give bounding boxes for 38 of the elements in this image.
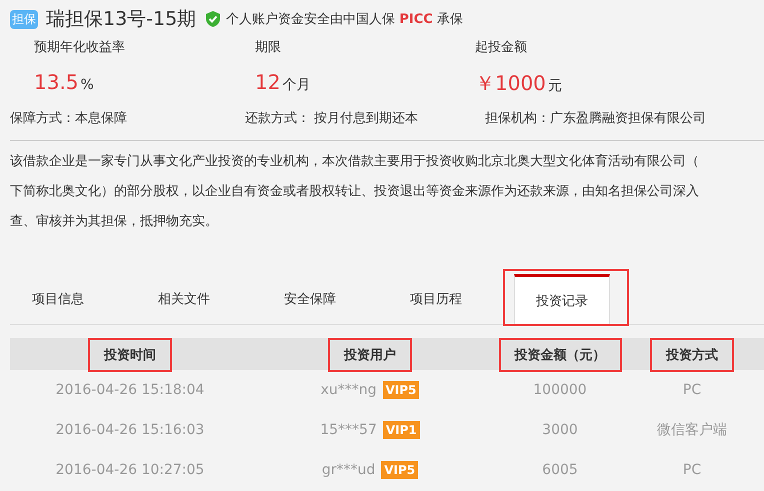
tab[interactable]: 投资记录 xyxy=(514,274,610,325)
stat-label: 起投金额 xyxy=(475,39,527,56)
table-cell: 2016-04-26 15:16:03 xyxy=(56,422,204,438)
stat-value: 13.5% xyxy=(34,70,94,94)
table-cell: 2016-04-26 10:27:05 xyxy=(56,462,204,478)
table-cell: 6005 xyxy=(542,462,578,478)
shield-check-icon xyxy=(206,11,220,27)
column-header: 投资金额（元） xyxy=(498,338,622,372)
term-text: 还款方式： 按月付息到期还本 xyxy=(245,110,418,127)
column-header: 投资方式 xyxy=(650,338,734,372)
table-cell: gr***ud xyxy=(322,462,376,478)
guarantee-badge: 担保 xyxy=(10,10,38,28)
table-cell: xu***ng xyxy=(320,382,376,398)
description-paragraph: 该借款企业是一家专门从事文化产业投资的专业机构，本次借款主要用于投资收购北京北奥大型文化体育活动有限公司（ 下简称北奥文化）的部分股权，以企业自有资金或者股权转让、投资退出等资金来源作为还款来源，由知名担保公司深入 查、审核并为其担保，抵押物充实。 xyxy=(10,140,764,237)
column-header: 投资用户 xyxy=(328,338,412,372)
vip-badge: VIP1 xyxy=(382,421,420,439)
product-title: 瑞担保13号-15期 xyxy=(46,7,196,32)
vip-badge: VIP5 xyxy=(381,461,418,479)
table-cell: 2016-04-26 15:18:04 xyxy=(56,382,204,398)
tab[interactable]: 项目历程 xyxy=(388,274,484,324)
insurance-notice: 个人账户资金安全由中国人保 PICC 承保 xyxy=(226,11,463,28)
stat-value: 12 个月 xyxy=(255,70,310,94)
column-header: 投资时间 xyxy=(88,338,172,372)
table-cell: 微信客户端 xyxy=(657,421,727,439)
tab[interactable]: 相关文件 xyxy=(136,274,232,324)
stat-label: 预期年化收益率 xyxy=(34,39,125,56)
table-cell: PC xyxy=(682,382,702,398)
table-cell: 100000 xyxy=(533,382,587,398)
tab[interactable]: 安全保障 xyxy=(262,274,358,324)
stat-label: 期限 xyxy=(255,39,281,56)
table-cell: PC xyxy=(682,462,702,478)
term-text: 保障方式：本息保障 xyxy=(10,110,127,127)
stat-value: ￥1000 元 xyxy=(475,70,562,97)
vip-badge: VIP5 xyxy=(382,381,420,399)
tab[interactable]: 项目信息 xyxy=(10,274,106,324)
table-cell: 15***57 xyxy=(320,422,377,438)
table-cell: 3000 xyxy=(542,422,578,438)
term-text: 担保机构：广东盈腾融资担保有限公司 xyxy=(485,110,706,127)
